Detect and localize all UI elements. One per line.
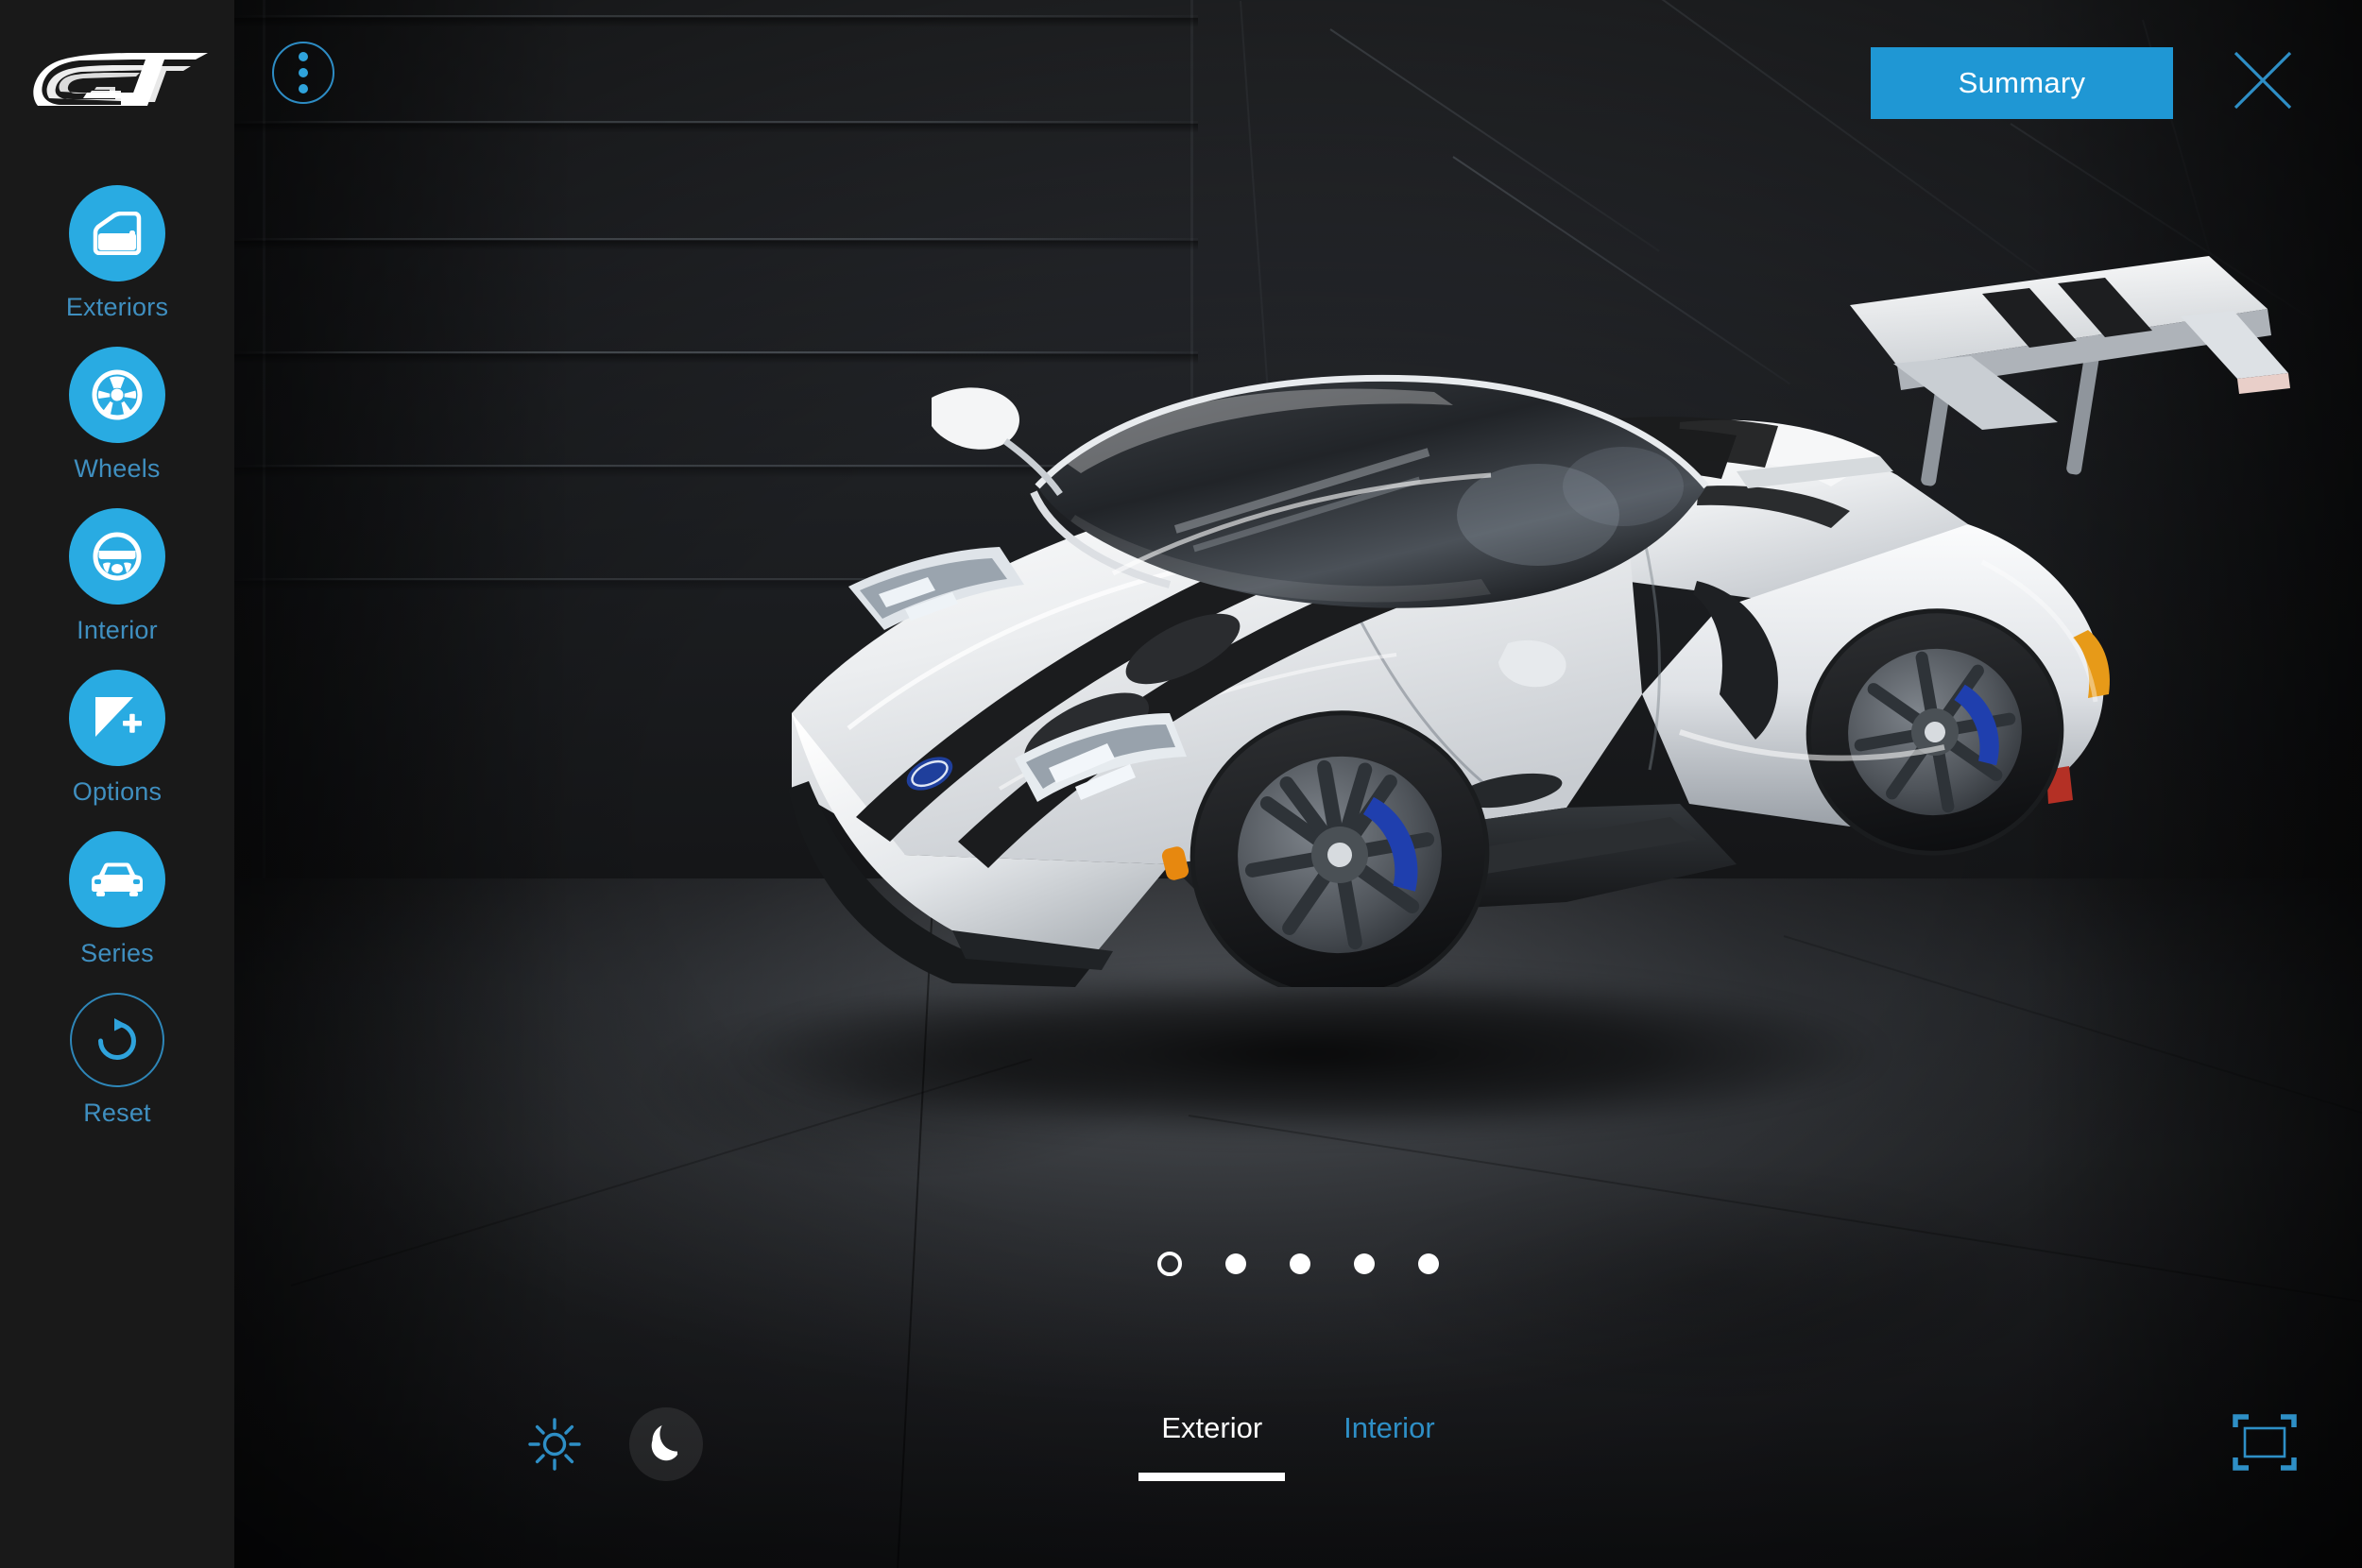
carousel-dot-5[interactable] <box>1418 1253 1439 1274</box>
tab-exterior[interactable]: Exterior <box>1138 1407 1285 1481</box>
ford-gt-vehicle[interactable] <box>508 203 2360 987</box>
flag-plus-icon <box>69 670 165 766</box>
sidebar-item-wheels[interactable]: Wheels <box>0 347 234 482</box>
carousel-dot-1[interactable] <box>1157 1252 1182 1276</box>
close-icon[interactable] <box>2228 45 2298 115</box>
rear-wing <box>1850 256 2290 486</box>
view-mode-tabs: Exterior Interior <box>234 1407 2362 1481</box>
sidebar-item-reset[interactable]: Reset <box>0 993 234 1126</box>
steering-wheel-icon <box>69 508 165 605</box>
car-door-icon <box>69 185 165 281</box>
sidebar-item-options[interactable]: Options <box>0 670 234 805</box>
kebab-dot <box>299 52 308 61</box>
kebab-menu-icon[interactable] <box>272 42 334 104</box>
wheel-icon <box>69 347 165 443</box>
kebab-dot <box>299 84 308 94</box>
sidebar-item-label: Exteriors <box>65 293 169 321</box>
sidebar-item-label: Options <box>72 777 163 806</box>
sidebar-item-label: Reset <box>83 1099 151 1127</box>
sidebar-item-label: Wheels <box>74 454 161 483</box>
sidebar: Exteriors Wheels Interior Options Series… <box>0 0 234 1568</box>
fullscreen-icon[interactable] <box>2230 1407 2300 1477</box>
configurator-app: Exteriors Wheels Interior Options Series… <box>0 0 2362 1568</box>
ford-gt-logo <box>23 45 212 119</box>
sidebar-item-exteriors[interactable]: Exteriors <box>0 185 234 320</box>
view-carousel <box>234 1252 2362 1276</box>
side-mirror <box>932 387 1063 497</box>
carousel-dot-3[interactable] <box>1290 1253 1310 1274</box>
summary-button[interactable]: Summary <box>1871 47 2173 119</box>
kebab-dot <box>299 68 308 77</box>
vehicle-viewer[interactable]: Summary Exterior Interior <box>234 0 2362 1568</box>
sidebar-item-label: Interior <box>77 616 158 644</box>
sidebar-item-series[interactable]: Series <box>0 831 234 966</box>
carousel-dot-4[interactable] <box>1354 1253 1375 1274</box>
refresh-icon <box>70 993 164 1087</box>
car-front-icon <box>69 831 165 928</box>
sidebar-nav: Exteriors Wheels Interior Options Series… <box>0 185 234 1152</box>
carousel-dot-2[interactable] <box>1225 1253 1246 1274</box>
tab-interior[interactable]: Interior <box>1328 1407 1449 1445</box>
sidebar-item-interior[interactable]: Interior <box>0 508 234 643</box>
sidebar-item-label: Series <box>80 939 154 967</box>
